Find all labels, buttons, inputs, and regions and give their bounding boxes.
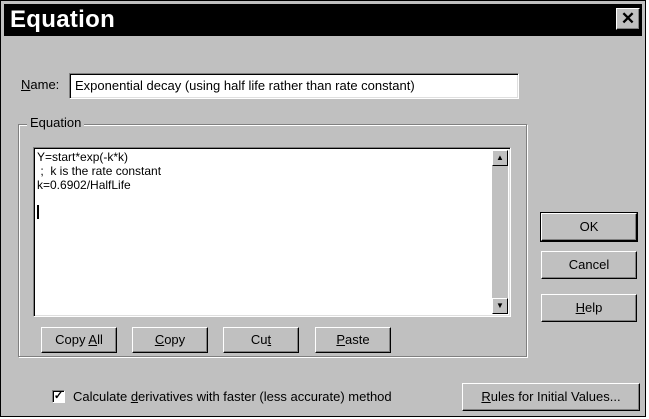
equation-text: Y=start*exp(-k*k) ; k is the rate consta… (37, 150, 161, 192)
help-button[interactable]: Help (541, 294, 637, 322)
title-bar[interactable]: Equation ✕ (4, 4, 642, 36)
rules-initial-values-button[interactable]: Rules for Initial Values... (462, 383, 640, 411)
cut-button[interactable]: Cut (223, 327, 299, 353)
checkmark-icon: ✓ (53, 390, 64, 402)
name-input[interactable]: Exponential decay (using half life rathe… (69, 73, 519, 99)
close-icon: ✕ (620, 9, 636, 28)
equation-line: ; k is the rate constant (37, 164, 162, 178)
derivatives-checkbox[interactable]: ✓ (52, 390, 65, 403)
derivatives-label[interactable]: Calculate derivatives with faster (less … (73, 389, 392, 404)
scroll-up-icon: ▲ (496, 153, 504, 162)
close-button[interactable]: ✕ (616, 8, 640, 30)
vertical-scrollbar[interactable]: ▲ ▼ (492, 150, 508, 314)
scroll-up-button[interactable]: ▲ (492, 150, 508, 166)
dialog-title: Equation (10, 6, 116, 33)
copy-button[interactable]: Copy (132, 327, 208, 353)
paste-button[interactable]: Paste (315, 327, 391, 353)
name-label: Name: (21, 77, 60, 92)
scroll-down-button[interactable]: ▼ (492, 298, 508, 314)
text-caret (37, 205, 39, 219)
scroll-down-icon: ▼ (496, 301, 504, 310)
copy-all-button[interactable]: Copy All (41, 327, 117, 353)
equation-dialog: Equation ✕ Name: Exponential decay (usin… (0, 0, 646, 417)
equation-group-label: Equation (27, 115, 85, 130)
equation-line: Y=start*exp(-k*k) (37, 150, 129, 164)
equation-editor[interactable]: Y=start*exp(-k*k) ; k is the rate consta… (33, 147, 511, 317)
equation-line: k=0.6902/HalfLife (37, 178, 131, 192)
cancel-button[interactable]: Cancel (541, 251, 637, 279)
ok-button[interactable]: OK (540, 212, 638, 242)
